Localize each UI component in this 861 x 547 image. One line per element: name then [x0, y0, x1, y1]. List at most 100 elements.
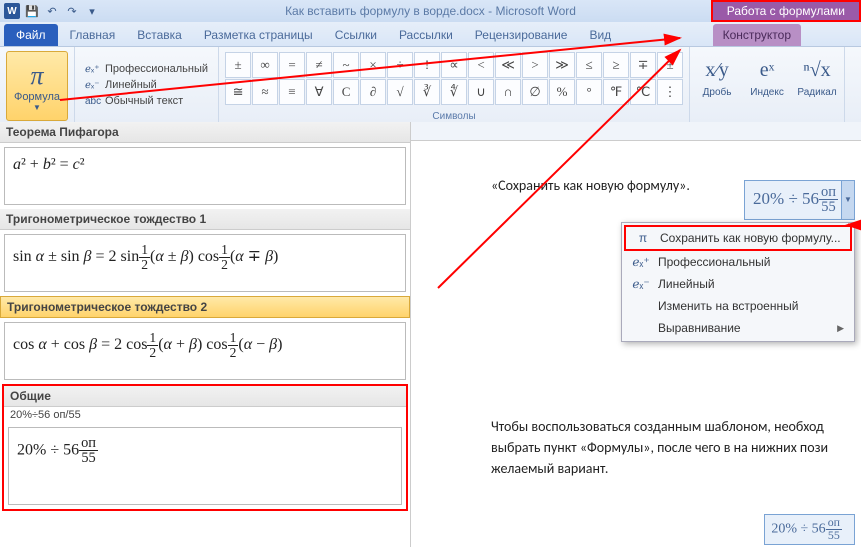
menu-alignment[interactable]: Выравнивание▶: [624, 317, 852, 339]
symbol-button[interactable]: <: [468, 52, 494, 78]
equation-gallery: Теорема Пифагора a² + b² = c² Тригономет…: [0, 122, 411, 547]
symbol-button[interactable]: ≤: [576, 52, 602, 78]
symbol-button[interactable]: ≥: [603, 52, 629, 78]
document-area: «Сохранить как новую формулу». 20% ÷ 56о…: [411, 122, 861, 547]
symbol-button[interactable]: ∅: [522, 79, 548, 105]
symbol-button[interactable]: °: [576, 79, 602, 105]
menu-linear[interactable]: ℯₓ⁻Линейный: [624, 273, 852, 295]
gallery-heading-trig2: Тригонометрическое тождество 2: [0, 296, 410, 318]
symbol-button[interactable]: C: [333, 79, 359, 105]
doc-paragraph: Чтобы воспользоваться созданным шаблоном…: [491, 416, 841, 479]
qat-dropdown-icon[interactable]: ▾: [84, 3, 100, 19]
radical-icon: ⁿ√x: [803, 53, 830, 87]
symbol-button[interactable]: ±: [225, 52, 251, 78]
symbol-button[interactable]: ±: [657, 52, 683, 78]
abc-icon: abc: [85, 94, 101, 108]
tab-home[interactable]: Главная: [60, 24, 126, 46]
title-bar: W 💾 ↶ ↷ ▾ Как вставить формулу в ворде.d…: [0, 0, 861, 22]
fraction-icon: x⁄y: [705, 53, 728, 87]
workspace: Теорема Пифагора a² + b² = c² Тригономет…: [0, 122, 861, 547]
menu-save-as-new-formula[interactable]: πСохранить как новую формулу...: [624, 225, 852, 251]
pi-icon: π: [30, 61, 43, 91]
symbol-button[interactable]: ≫: [549, 52, 575, 78]
horizontal-ruler[interactable]: [411, 122, 861, 141]
symbol-button[interactable]: ≡: [279, 79, 305, 105]
context-menu: πСохранить как новую формулу... ℯₓ⁺Профе…: [621, 222, 855, 342]
redo-icon[interactable]: ↷: [64, 3, 80, 19]
equation-object-bottom[interactable]: 20% ÷ 56оп55: [764, 514, 855, 545]
symbol-button[interactable]: ∞: [252, 52, 278, 78]
symbol-button[interactable]: ≅: [225, 79, 251, 105]
format-professional[interactable]: ℯₓ⁺Профессиональный: [85, 62, 208, 76]
symbol-button[interactable]: ∓: [630, 52, 656, 78]
menu-professional[interactable]: ℯₓ⁺Профессиональный: [624, 251, 852, 273]
symbol-button[interactable]: !: [414, 52, 440, 78]
symbol-button[interactable]: ∜: [441, 79, 467, 105]
tab-mailings[interactable]: Рассылки: [389, 24, 463, 46]
word-app-icon[interactable]: W: [4, 3, 20, 19]
lin-icon: ℯₓ⁻: [85, 78, 101, 92]
symbol-button[interactable]: ∀: [306, 79, 332, 105]
gallery-item[interactable]: 20% ÷ 56оп55: [8, 427, 402, 505]
tab-view[interactable]: Вид: [579, 24, 621, 46]
prof-icon: ℯₓ⁺: [632, 255, 650, 269]
gallery-heading-general: Общие: [4, 386, 406, 407]
tab-references[interactable]: Ссылки: [325, 24, 387, 46]
symbol-button[interactable]: ℃: [630, 79, 656, 105]
tab-constructor[interactable]: Конструктор: [713, 24, 801, 46]
prof-icon: ℯₓ⁺: [85, 62, 101, 76]
symbol-button[interactable]: ∂: [360, 79, 386, 105]
symbol-button[interactable]: ×: [360, 52, 386, 78]
ribbon-group-structures: x⁄yДробь eˣИндекс ⁿ√xРадикал: [690, 47, 845, 123]
gallery-subtitle: 20%÷56 оп/55: [4, 407, 406, 423]
save-icon[interactable]: 💾: [24, 3, 40, 19]
chevron-down-icon: ▼: [33, 103, 41, 112]
symbol-button[interactable]: ~: [333, 52, 359, 78]
tab-review[interactable]: Рецензирование: [465, 24, 578, 46]
format-plain[interactable]: abcОбычный текст: [85, 94, 208, 108]
symbol-button[interactable]: ⋮: [657, 79, 683, 105]
symbol-button[interactable]: ≠: [306, 52, 332, 78]
ribbon-group-formula: π Формула ▼: [0, 47, 75, 123]
menu-change-to-builtin[interactable]: Изменить на встроенный: [624, 295, 852, 317]
symbols-group-label: Символы: [219, 111, 689, 122]
formula-button-label: Формула: [14, 91, 60, 103]
symbol-button[interactable]: ∩: [495, 79, 521, 105]
symbol-button[interactable]: %: [549, 79, 575, 105]
symbol-button[interactable]: ∝: [441, 52, 467, 78]
symbol-button[interactable]: √: [387, 79, 413, 105]
gallery-item[interactable]: a² + b² = c²: [4, 147, 406, 205]
gallery-item[interactable]: sin α ± sin β = 2 sin12(α ± β) cos12(α ∓…: [4, 234, 406, 292]
index-icon: eˣ: [760, 53, 775, 87]
symbol-button[interactable]: ≈: [252, 79, 278, 105]
format-linear[interactable]: ℯₓ⁻Линейный: [85, 78, 208, 92]
contextual-tab-label: Работа с формулами: [711, 0, 861, 22]
lin-icon: ℯₓ⁻: [632, 277, 650, 291]
document-body-lower[interactable]: Чтобы воспользоваться созданным шаблоном…: [411, 382, 861, 513]
struct-fraction[interactable]: x⁄yДробь: [696, 53, 738, 98]
tab-insert[interactable]: Вставка: [127, 24, 192, 46]
struct-radical[interactable]: ⁿ√xРадикал: [796, 53, 838, 98]
chevron-right-icon: ▶: [837, 323, 844, 334]
symbol-button[interactable]: ÷: [387, 52, 413, 78]
equation-object[interactable]: 20% ÷ 56оп55 ▼: [744, 180, 855, 220]
ribbon: π Формула ▼ ℯₓ⁺Профессиональный ℯₓ⁻Линей…: [0, 47, 861, 124]
symbol-button[interactable]: ∛: [414, 79, 440, 105]
symbol-button[interactable]: ℉: [603, 79, 629, 105]
formula-button[interactable]: π Формула ▼: [6, 51, 68, 121]
ribbon-group-symbols: ± ∞ = ≠ ~ × ÷ ! ∝ < ≪ > ≫ ≤ ≥ ∓ ± ≅ ≈ ≡ …: [219, 47, 690, 123]
symbol-grid: ± ∞ = ≠ ~ × ÷ ! ∝ < ≪ > ≫ ≤ ≥ ∓ ± ≅ ≈ ≡ …: [225, 49, 683, 108]
undo-icon[interactable]: ↶: [44, 3, 60, 19]
gallery-item[interactable]: cos α + cos β = 2 cos12(α + β) cos12(α −…: [4, 322, 406, 380]
symbol-button[interactable]: >: [522, 52, 548, 78]
tab-layout[interactable]: Разметка страницы: [194, 24, 323, 46]
highlight-box: Общие 20%÷56 оп/55 20% ÷ 56оп55: [2, 384, 408, 511]
equation-dropdown-icon[interactable]: ▼: [841, 181, 854, 219]
struct-index[interactable]: eˣИндекс: [746, 53, 788, 98]
symbol-button[interactable]: ∪: [468, 79, 494, 105]
gallery-heading-pythagoras: Теорема Пифагора: [0, 122, 410, 143]
tab-file[interactable]: Файл: [4, 24, 58, 46]
symbol-button[interactable]: ≪: [495, 52, 521, 78]
symbol-button[interactable]: =: [279, 52, 305, 78]
pi-icon: π: [634, 231, 652, 245]
